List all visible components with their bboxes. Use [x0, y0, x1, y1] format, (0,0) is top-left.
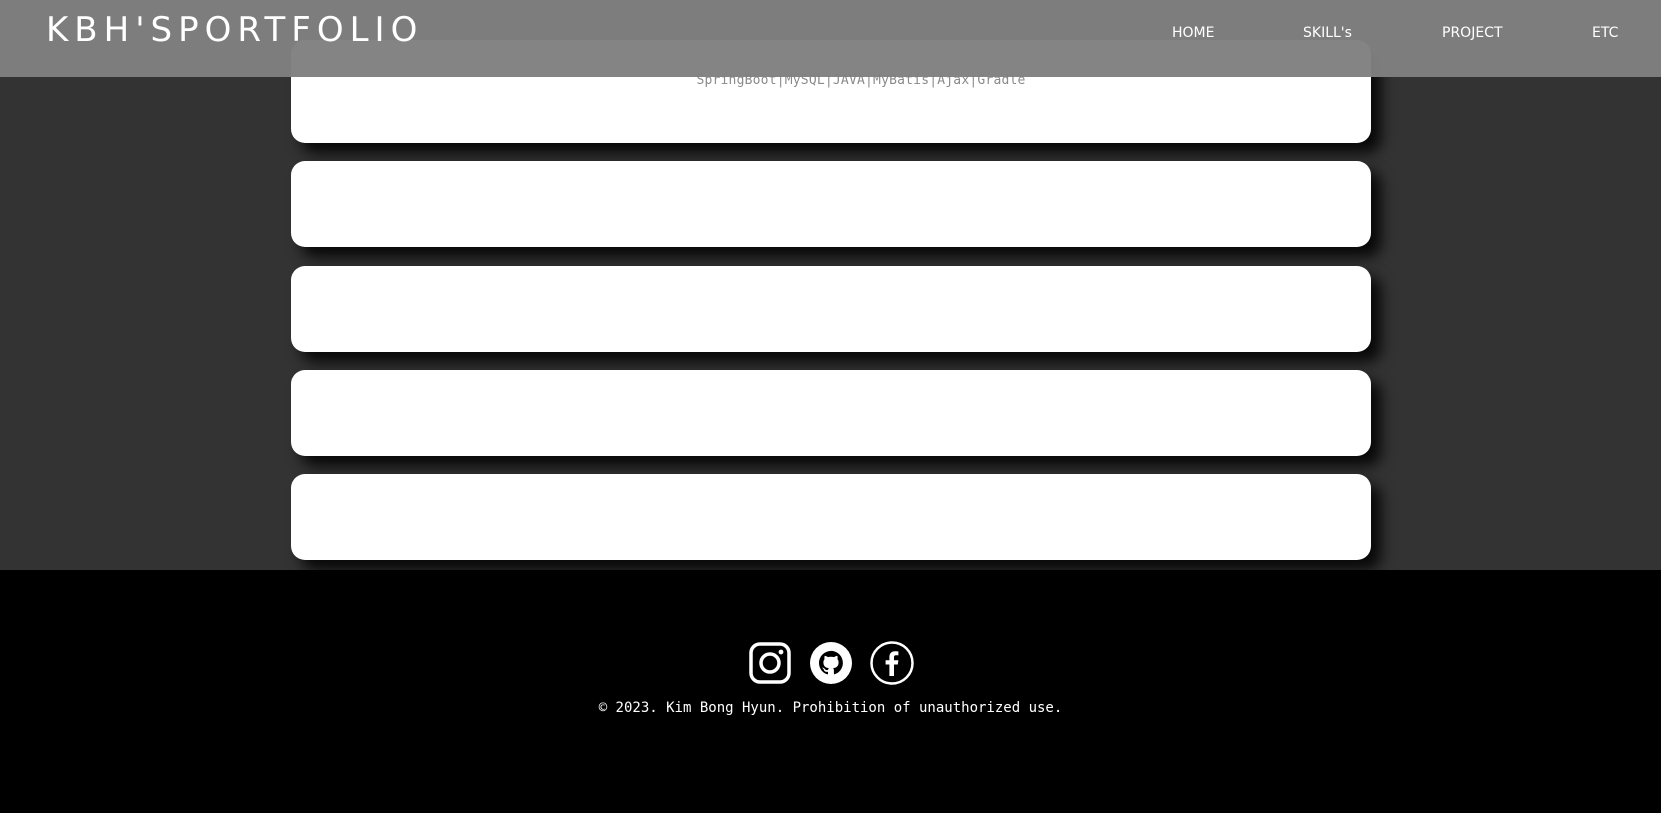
- instagram-icon[interactable]: [748, 641, 792, 685]
- page: SpringBoot|MySQL|JAVA|MyBatis|Ajax|Gradl…: [0, 0, 1661, 813]
- site-logo[interactable]: KBH'SPORTFOLIO: [46, 10, 423, 50]
- project-card[interactable]: [291, 474, 1371, 560]
- nav-etc[interactable]: ETC: [1592, 25, 1618, 41]
- site-header: KBH'SPORTFOLIO HOME SKILL's PROJECT ETC: [0, 0, 1661, 77]
- site-footer: [0, 570, 1661, 813]
- facebook-icon[interactable]: [870, 641, 914, 685]
- github-icon[interactable]: [809, 641, 853, 685]
- project-card[interactable]: [291, 161, 1371, 247]
- nav-home[interactable]: HOME: [1172, 25, 1214, 41]
- copyright-text: © 2023. Kim Bong Hyun. Prohibition of un…: [598, 700, 1063, 716]
- projects-section: SpringBoot|MySQL|JAVA|MyBatis|Ajax|Gradl…: [0, 0, 1661, 570]
- nav-project[interactable]: PROJECT: [1442, 25, 1503, 41]
- nav-skills[interactable]: SKILL's: [1303, 25, 1352, 41]
- project-card[interactable]: [291, 370, 1371, 456]
- project-card[interactable]: [291, 266, 1371, 352]
